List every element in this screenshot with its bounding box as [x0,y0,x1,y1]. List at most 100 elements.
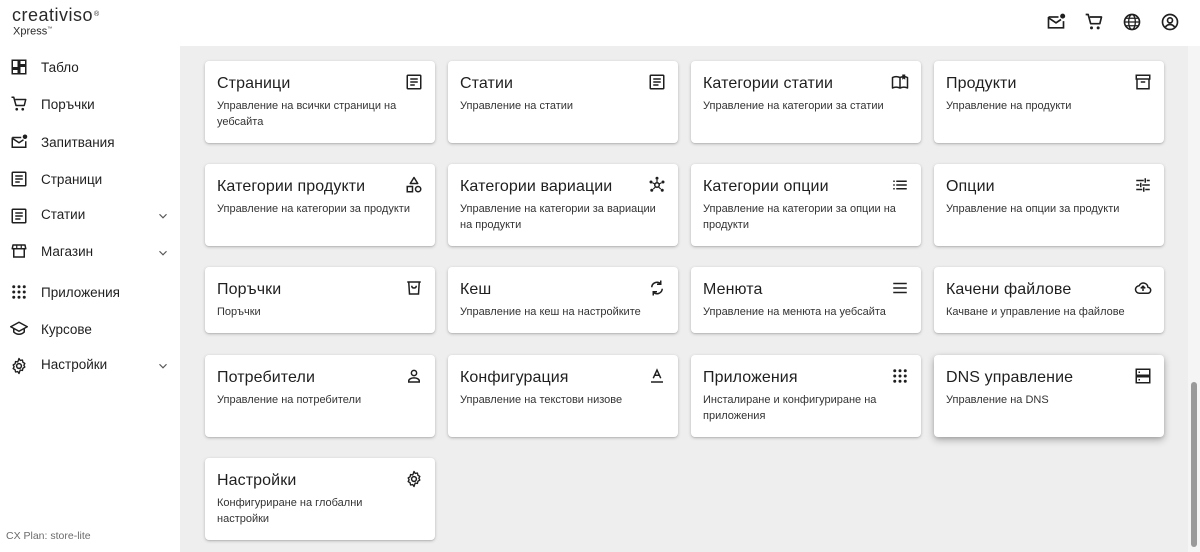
mail-notification-icon[interactable] [1046,12,1066,32]
card-product-categories[interactable]: Категории продукти Управление на категор… [205,164,435,246]
card-users[interactable]: Потребители Управление на потребители [205,355,435,437]
chevron-down-icon[interactable] [156,359,170,373]
text-format-icon [648,367,666,385]
card-description: Управление на продукти [946,100,1072,112]
card-title: Качени файлове [946,281,1072,298]
sidebar-item-courses[interactable]: Курсове [0,314,180,344]
card-title: Потребители [217,369,315,386]
cart-icon[interactable] [1084,12,1104,32]
card-description: Управление на кеш на настройките [460,306,641,318]
card-title: Категории продукти [217,178,366,195]
card-description: Управление на всички страници на уебсайт… [217,100,397,128]
card-settings[interactable]: Настройки Конфигуриране на глобални наст… [205,458,435,540]
card-configuration[interactable]: Конфигурация Управление на текстови низо… [448,355,678,437]
card-title: Опции [946,178,995,195]
page-icon [10,170,28,188]
card-pages[interactable]: Страници Управление на всички страници н… [205,61,435,143]
apps-grid-icon [10,283,28,301]
card-description: Конфигуриране на глобални настройки [217,497,363,525]
sidebar-item-label: Поръчки [41,96,95,112]
sidebar-item-label: Курсове [41,321,92,337]
scrollbar-thumb[interactable] [1191,382,1197,547]
sidebar-item-pages[interactable]: Страници [0,164,180,194]
card-description: Управление на категории за статии [703,100,884,112]
sidebar-item-store[interactable]: Магазин [0,236,180,266]
card-description: Управление на потребители [217,394,362,406]
sidebar-item-label: Статии [41,206,86,222]
main-content: Страници Управление на всички страници н… [180,46,1188,552]
inventory-box-icon [1134,73,1152,91]
sidebar: Табло Поръчки Запитвания Страници Статии [0,46,180,552]
settings-icon [10,357,28,375]
tune-icon [1134,176,1152,194]
page-icon [405,73,423,91]
sidebar-item-label: Запитвания [41,134,115,150]
card-articles[interactable]: Статии Управление на статии [448,61,678,143]
chevron-down-icon[interactable] [156,209,170,223]
shopping-basket-icon [405,279,423,297]
card-cache[interactable]: Кеш Управление на кеш на настройките [448,267,678,333]
card-title: Менюта [703,281,763,298]
card-title: Продукти [946,75,1017,92]
card-description: Инсталиране и конфигуриране на приложени… [703,394,877,422]
school-icon [10,320,28,338]
article-icon [10,207,28,225]
card-description: Качване и управление на файлове [946,306,1125,318]
app: creativiso® Xpress™ Табло Поръчки Запитв… [0,0,1200,552]
card-orders[interactable]: Поръчки Поръчки [205,267,435,333]
sidebar-item-settings[interactable]: Настройки [0,349,180,379]
plan-label: CX Plan: store-lite [6,530,91,542]
card-description: Управление на менюта на уебсайта [703,306,886,318]
card-options[interactable]: Опции Управление на опции за продукти [934,164,1164,246]
globe-icon[interactable] [1122,12,1142,32]
card-dns-management[interactable]: DNS управление Управление на DNS [934,355,1164,437]
store-icon [10,242,28,260]
card-description: Управление на опции за продукти [946,203,1120,215]
card-title: Категории вариации [460,178,613,195]
logo-subtitle: Xpress™ [13,25,53,38]
sidebar-item-label: Страници [41,171,103,187]
account-icon[interactable] [1160,12,1180,32]
dns-icon [1134,367,1152,385]
card-title: Поръчки [217,281,282,298]
sidebar-item-dashboard[interactable]: Табло [0,52,180,82]
logo[interactable]: creativiso® Xpress™ [12,6,100,38]
card-option-categories[interactable]: Категории опции Управление на категории … [691,164,921,246]
menu-icon [891,279,909,297]
sidebar-item-articles[interactable]: Статии [0,199,180,229]
card-title: Конфигурация [460,369,569,386]
logo-wordmark: creativiso® [12,5,100,25]
card-description: Управление на текстови низове [460,394,623,406]
vertical-scrollbar[interactable] [1188,46,1200,552]
card-title: Категории статии [703,75,834,92]
card-description: Управление на категории за опции на прод… [703,203,896,231]
sidebar-item-orders[interactable]: Поръчки [0,89,180,119]
card-description: Управление на DNS [946,394,1049,406]
dashboard-icon [10,58,28,76]
mail-notification-icon [10,133,28,151]
card-article-categories[interactable]: Категории статии Управление на категории… [691,61,921,143]
card-menus[interactable]: Менюта Управление на менюта на уебсайта [691,267,921,333]
card-description: Управление на категории за вариации на п… [460,203,656,231]
card-title: Статии [460,75,514,92]
card-products[interactable]: Продукти Управление на продукти [934,61,1164,143]
sidebar-item-inquiries[interactable]: Запитвания [0,127,180,157]
top-actions [1046,12,1180,32]
sidebar-item-apps[interactable]: Приложения [0,277,180,307]
book-icon [891,73,909,91]
sidebar-item-label: Приложения [41,284,120,300]
card-uploaded-files[interactable]: Качени файлове Качване и управление на ф… [934,267,1164,333]
article-icon [648,73,666,91]
chevron-down-icon[interactable] [156,246,170,260]
card-title: Страници [217,75,291,92]
card-description: Управление на статии [460,100,574,112]
card-applications[interactable]: Приложения Инсталиране и конфигуриране н… [691,355,921,437]
card-title: Настройки [217,472,297,489]
category-shapes-icon [405,176,423,194]
apps-grid-icon [891,367,909,385]
cart-icon [10,95,28,113]
card-variation-categories[interactable]: Категории вариации Управление на категор… [448,164,678,246]
cloud-upload-icon [1134,279,1152,297]
list-icon [891,176,909,194]
hub-icon [648,176,666,194]
